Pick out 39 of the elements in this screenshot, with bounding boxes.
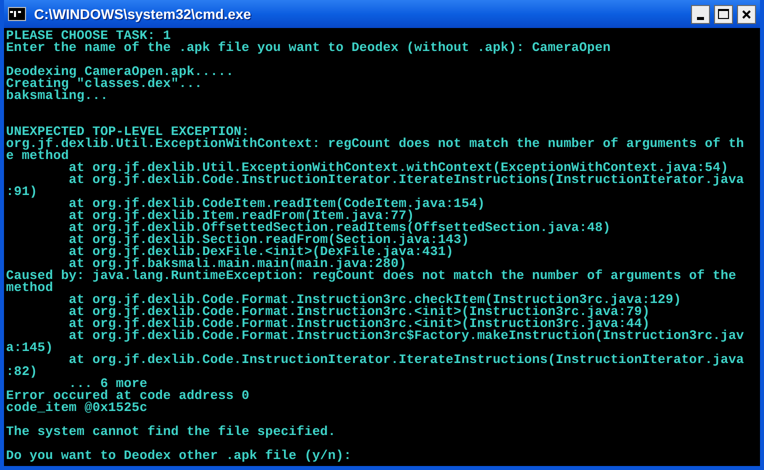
console-line: Do you want to Deodex other .apk file (y/n):	[6, 450, 352, 462]
console-line: at org.jf.dexlib.Util.ExceptionWithContext.withContext(ExceptionWithContext.java:54)	[68, 162, 728, 174]
console-line: baksmaling...	[6, 90, 110, 102]
console-line: Error occured at code address 0	[6, 390, 250, 402]
console-line: at org.jf.dexlib.Code.Format.Instruction3rc.checkItem(Instruction3rc.java:129)	[68, 294, 682, 306]
console-line: Enter the name of the .apk file you want to Deodex (without .apk): CameraOpen	[6, 42, 612, 54]
console-line: UNEXPECTED TOP-LEVEL EXCEPTION:	[6, 126, 250, 138]
console-line: at org.jf.dexlib.DexFile.<init>(DexFile.java:431)	[68, 246, 454, 258]
console-line: at org.jf.dexlib.Section.readFrom(Section.java:143)	[68, 234, 470, 246]
console-line: org.jf.dexlib.Util.ExceptionWithContext: regCount does not match the number of arguments of th	[6, 138, 746, 150]
console-line: ... 6 more	[68, 378, 148, 390]
console-line: a:145)	[6, 342, 54, 354]
maximize-button[interactable]	[714, 4, 733, 24]
console-line: at org.jf.baksmali.main.main(main.java:280)	[68, 258, 406, 270]
console-line: method	[6, 282, 54, 294]
console-line: e method	[6, 150, 69, 162]
maximize-icon	[718, 9, 729, 19]
console-line: at org.jf.dexlib.Code.Format.Instruction3rc$Factory.makeInstruction(Instruction3rc.jav	[68, 330, 746, 342]
console-line: Creating "classes.dex"...	[6, 78, 202, 90]
console-line: at org.jf.dexlib.Code.Format.Instruction3rc.<init>(Instruction3rc.java:79)	[68, 306, 650, 318]
console-line: The system cannot find the file specified.	[6, 426, 337, 438]
minimize-icon	[697, 16, 704, 20]
console-line: at org.jf.dexlib.Code.Format.Instruction3rc.<init>(Instruction3rc.java:44)	[68, 318, 650, 330]
minimize-button[interactable]	[691, 4, 710, 24]
close-icon	[742, 10, 751, 18]
console-icon	[8, 7, 26, 21]
console-line: PLEASE CHOOSE TASK: 1	[6, 30, 172, 42]
console-line: code_item @0x1525c	[6, 402, 148, 414]
console-line: at org.jf.dexlib.Item.readFrom(Item.java:77)	[68, 210, 414, 222]
console-line: at org.jf.dexlib.Code.InstructionIterator.IterateInstructions(InstructionIterator.java	[68, 354, 746, 366]
console-line: :82)	[6, 366, 38, 378]
console-line: at org.jf.dexlib.Code.InstructionIterator.IterateInstructions(InstructionIterator.java	[68, 174, 746, 186]
console-line: :91)	[6, 186, 38, 198]
console-line: Caused by: java.lang.RuntimeException: regCount does not match the number of arguments of the	[6, 270, 738, 282]
console-line: at org.jf.dexlib.OffsettedSection.readItems(OffsettedSection.java:48)	[68, 222, 612, 234]
console-line: Deodexing CameraOpen.apk.....	[6, 66, 235, 78]
console-line: at org.jf.dexlib.CodeItem.readItem(CodeItem.java:154)	[68, 198, 486, 210]
window-title: C:\WINDOWS\system32\cmd.exe	[34, 4, 252, 24]
close-button[interactable]	[737, 4, 756, 24]
